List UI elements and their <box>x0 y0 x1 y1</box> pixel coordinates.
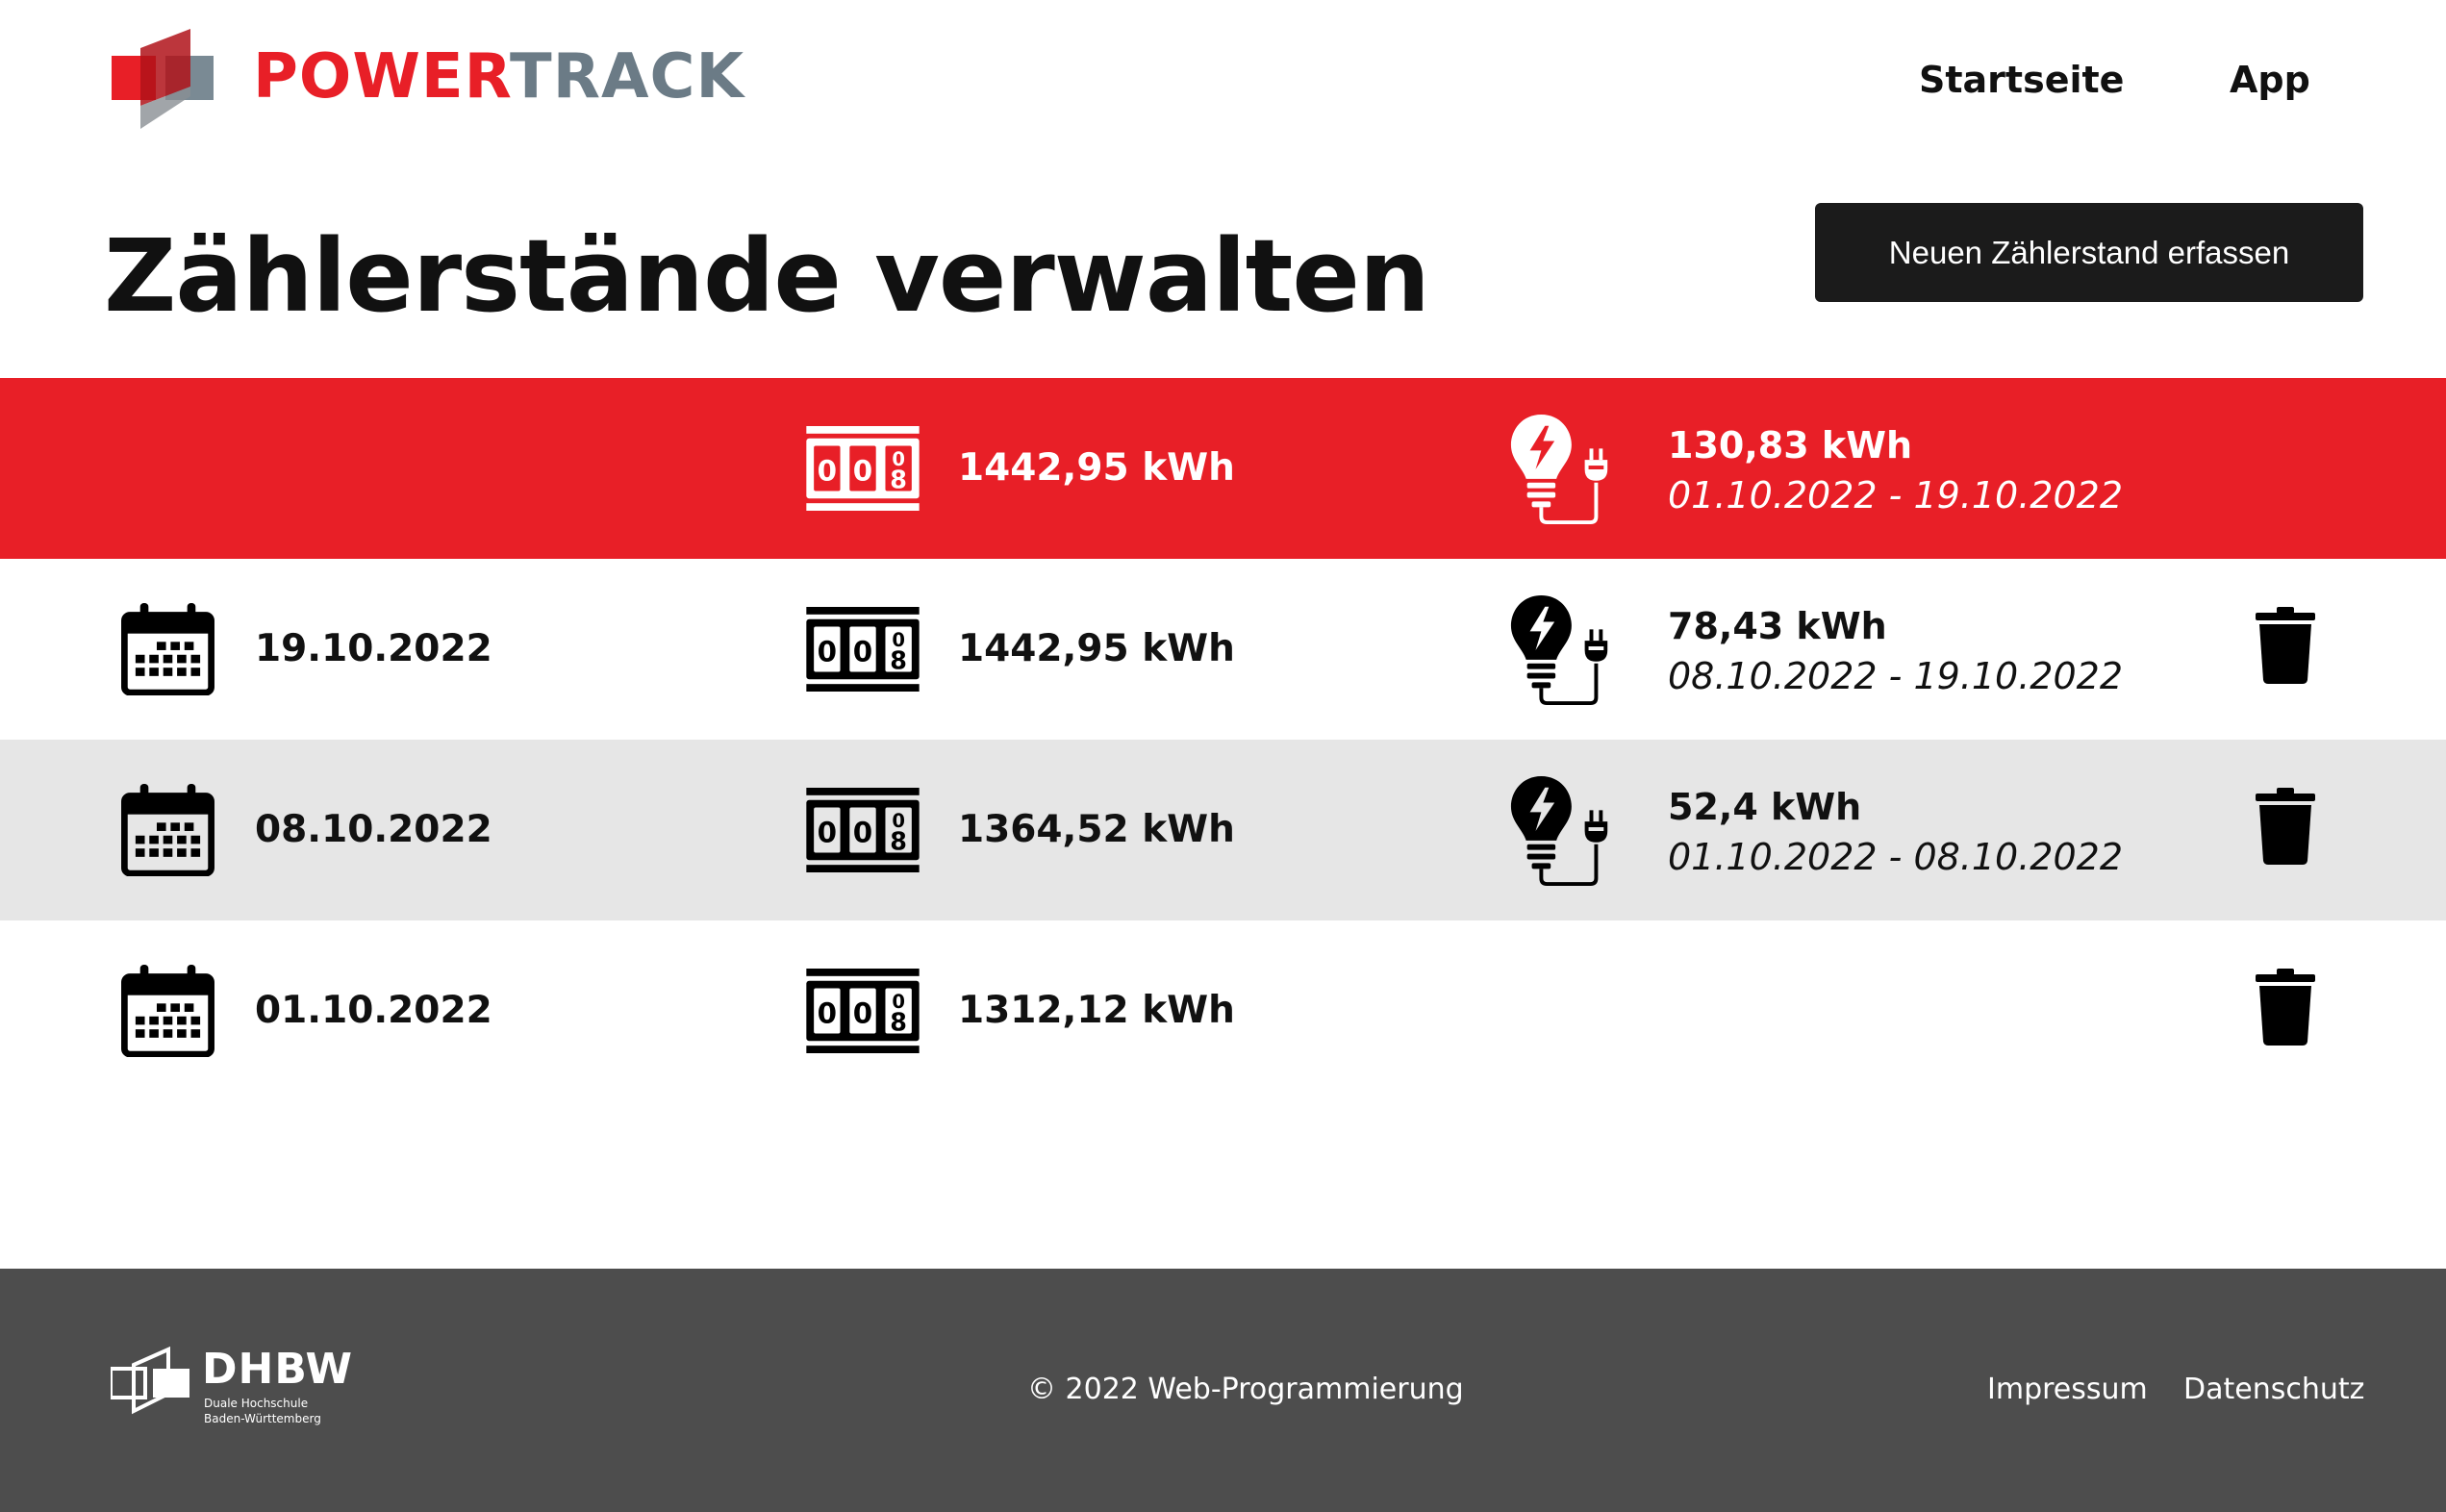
reading-date: 01.10.2022 <box>255 989 492 1032</box>
footer-link-impressum[interactable]: Impressum <box>1987 1369 2148 1411</box>
brand-name-part2: TRACK <box>510 41 745 113</box>
calendar-icon <box>121 965 214 1057</box>
meter-counter-icon <box>806 607 920 692</box>
trash-icon[interactable] <box>2256 788 2315 865</box>
calendar-icon <box>121 784 214 876</box>
page-title: Zählerstände verwalten <box>104 217 1430 335</box>
calendar-icon <box>121 603 214 695</box>
reading-period: 08.10.2022 - 19.10.2022 <box>1668 655 2124 697</box>
reading-consumption: 52,4 kWh <box>1668 786 1862 828</box>
nav-link-app[interactable]: App <box>2230 53 2310 107</box>
bulb-plug-icon <box>1510 593 1616 707</box>
dhbw-logo-subtitle: Duale Hochschule Baden-Württemberg <box>204 1397 321 1425</box>
summary-meter-value: 1442,95 kWh <box>958 446 1235 490</box>
table-row: 01.10.2022 1312,12 kWh <box>0 920 2446 1101</box>
table-row: 19.10.2022 1442,95 kWh 78,43 kWh 08.10.2… <box>0 559 2446 740</box>
footer-link-datenschutz[interactable]: Datenschutz <box>2183 1369 2364 1411</box>
new-reading-button[interactable]: Neuen Zählerstand erfassen <box>1815 203 2363 302</box>
nav-link-home[interactable]: Startseite <box>1919 53 2124 107</box>
reading-date: 19.10.2022 <box>255 627 492 670</box>
summary-period: 01.10.2022 - 19.10.2022 <box>1668 474 2124 517</box>
bulb-plug-icon <box>1510 413 1616 526</box>
reading-meter-value: 1364,52 kWh <box>958 808 1235 851</box>
trash-icon[interactable] <box>2256 969 2315 1046</box>
reading-period: 01.10.2022 - 08.10.2022 <box>1668 836 2124 878</box>
meter-counter-icon <box>806 788 920 872</box>
reading-meter-value: 1442,95 kWh <box>958 627 1235 670</box>
brand-name-part1: POWER <box>253 41 511 113</box>
dhbw-logo-name: DHBW <box>202 1345 354 1394</box>
brand-name[interactable]: POWERTRACK <box>253 38 744 115</box>
reading-consumption: 78,43 kWh <box>1668 605 1887 647</box>
reading-date: 08.10.2022 <box>255 808 492 851</box>
summary-consumption: 130,83 kWh <box>1668 424 1913 466</box>
trash-icon[interactable] <box>2256 607 2315 684</box>
meter-counter-icon <box>806 969 920 1053</box>
powertrack-logo-icon[interactable] <box>112 29 217 130</box>
bulb-plug-icon <box>1510 774 1616 888</box>
site-header: POWERTRACK Startseite App <box>0 0 2446 173</box>
table-row: 08.10.2022 1364,52 kWh 52,4 kWh 01.10.20… <box>0 740 2446 920</box>
copyright-text: © 2022 Web-Programmierung <box>1027 1373 1464 1406</box>
reading-meter-value: 1312,12 kWh <box>958 989 1235 1032</box>
dhbw-logo-icon <box>109 1344 197 1421</box>
summary-row: 1442,95 kWh 130,83 kWh 01.10.2022 - 19.1… <box>0 378 2446 559</box>
site-footer: DHBW Duale Hochschule Baden-Württemberg … <box>0 1269 2446 1512</box>
meter-counter-icon <box>806 426 920 511</box>
